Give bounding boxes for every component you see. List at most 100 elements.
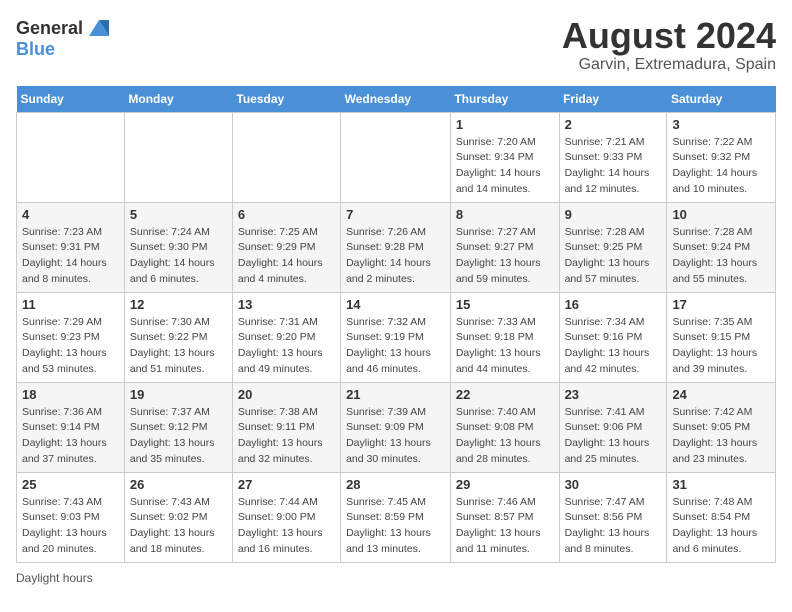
calendar-day-header: Tuesday	[232, 86, 340, 113]
calendar-day-header: Saturday	[667, 86, 776, 113]
calendar-cell	[341, 112, 451, 202]
calendar-cell: 27 Sunrise: 7:44 AMSunset: 9:00 PMDaylig…	[232, 472, 340, 562]
calendar-day-header: Friday	[559, 86, 667, 113]
day-info: Sunrise: 7:26 AMSunset: 9:28 PMDaylight:…	[346, 225, 445, 288]
day-info: Sunrise: 7:46 AMSunset: 8:57 PMDaylight:…	[456, 495, 554, 558]
day-number: 7	[346, 207, 445, 222]
day-info: Sunrise: 7:20 AMSunset: 9:34 PMDaylight:…	[456, 135, 554, 198]
day-info: Sunrise: 7:39 AMSunset: 9:09 PMDaylight:…	[346, 405, 445, 468]
day-info: Sunrise: 7:44 AMSunset: 9:00 PMDaylight:…	[238, 495, 335, 558]
day-number: 5	[130, 207, 227, 222]
day-info: Sunrise: 7:27 AMSunset: 9:27 PMDaylight:…	[456, 225, 554, 288]
calendar-cell: 2 Sunrise: 7:21 AMSunset: 9:33 PMDayligh…	[559, 112, 667, 202]
calendar-cell	[124, 112, 232, 202]
day-info: Sunrise: 7:36 AMSunset: 9:14 PMDaylight:…	[22, 405, 119, 468]
calendar-cell: 11 Sunrise: 7:29 AMSunset: 9:23 PMDaylig…	[17, 292, 125, 382]
day-number: 2	[565, 117, 662, 132]
calendar-cell: 18 Sunrise: 7:36 AMSunset: 9:14 PMDaylig…	[17, 382, 125, 472]
logo-icon	[85, 16, 109, 40]
day-number: 24	[672, 387, 770, 402]
day-number: 17	[672, 297, 770, 312]
day-number: 16	[565, 297, 662, 312]
day-number: 23	[565, 387, 662, 402]
calendar-cell: 29 Sunrise: 7:46 AMSunset: 8:57 PMDaylig…	[450, 472, 559, 562]
calendar-week-row: 1 Sunrise: 7:20 AMSunset: 9:34 PMDayligh…	[17, 112, 776, 202]
day-number: 10	[672, 207, 770, 222]
day-number: 14	[346, 297, 445, 312]
calendar-day-header: Monday	[124, 86, 232, 113]
day-info: Sunrise: 7:37 AMSunset: 9:12 PMDaylight:…	[130, 405, 227, 468]
day-info: Sunrise: 7:43 AMSunset: 9:03 PMDaylight:…	[22, 495, 119, 558]
calendar-cell: 21 Sunrise: 7:39 AMSunset: 9:09 PMDaylig…	[341, 382, 451, 472]
day-info: Sunrise: 7:34 AMSunset: 9:16 PMDaylight:…	[565, 315, 662, 378]
day-number: 30	[565, 477, 662, 492]
day-number: 31	[672, 477, 770, 492]
day-info: Sunrise: 7:25 AMSunset: 9:29 PMDaylight:…	[238, 225, 335, 288]
calendar-cell: 26 Sunrise: 7:43 AMSunset: 9:02 PMDaylig…	[124, 472, 232, 562]
calendar-cell	[17, 112, 125, 202]
calendar-cell: 19 Sunrise: 7:37 AMSunset: 9:12 PMDaylig…	[124, 382, 232, 472]
calendar-cell: 4 Sunrise: 7:23 AMSunset: 9:31 PMDayligh…	[17, 202, 125, 292]
day-number: 19	[130, 387, 227, 402]
day-number: 13	[238, 297, 335, 312]
day-number: 4	[22, 207, 119, 222]
title-section: August 2024 Garvin, Extremadura, Spain	[562, 16, 776, 74]
day-info: Sunrise: 7:24 AMSunset: 9:30 PMDaylight:…	[130, 225, 227, 288]
day-number: 3	[672, 117, 770, 132]
calendar-week-row: 25 Sunrise: 7:43 AMSunset: 9:03 PMDaylig…	[17, 472, 776, 562]
day-info: Sunrise: 7:31 AMSunset: 9:20 PMDaylight:…	[238, 315, 335, 378]
calendar-cell: 7 Sunrise: 7:26 AMSunset: 9:28 PMDayligh…	[341, 202, 451, 292]
day-info: Sunrise: 7:22 AMSunset: 9:32 PMDaylight:…	[672, 135, 770, 198]
calendar-cell: 12 Sunrise: 7:30 AMSunset: 9:22 PMDaylig…	[124, 292, 232, 382]
day-number: 9	[565, 207, 662, 222]
day-info: Sunrise: 7:35 AMSunset: 9:15 PMDaylight:…	[672, 315, 770, 378]
day-number: 22	[456, 387, 554, 402]
calendar-cell: 25 Sunrise: 7:43 AMSunset: 9:03 PMDaylig…	[17, 472, 125, 562]
day-info: Sunrise: 7:47 AMSunset: 8:56 PMDaylight:…	[565, 495, 662, 558]
calendar-table: SundayMondayTuesdayWednesdayThursdayFrid…	[16, 86, 776, 563]
calendar-cell: 1 Sunrise: 7:20 AMSunset: 9:34 PMDayligh…	[450, 112, 559, 202]
logo-general: General	[16, 19, 83, 37]
day-info: Sunrise: 7:45 AMSunset: 8:59 PMDaylight:…	[346, 495, 445, 558]
calendar-cell: 5 Sunrise: 7:24 AMSunset: 9:30 PMDayligh…	[124, 202, 232, 292]
day-info: Sunrise: 7:38 AMSunset: 9:11 PMDaylight:…	[238, 405, 335, 468]
day-number: 29	[456, 477, 554, 492]
calendar-cell: 14 Sunrise: 7:32 AMSunset: 9:19 PMDaylig…	[341, 292, 451, 382]
day-info: Sunrise: 7:23 AMSunset: 9:31 PMDaylight:…	[22, 225, 119, 288]
page-header: General Blue August 2024 Garvin, Extrema…	[16, 16, 776, 74]
day-info: Sunrise: 7:32 AMSunset: 9:19 PMDaylight:…	[346, 315, 445, 378]
day-number: 25	[22, 477, 119, 492]
calendar-day-header: Wednesday	[341, 86, 451, 113]
day-info: Sunrise: 7:43 AMSunset: 9:02 PMDaylight:…	[130, 495, 227, 558]
calendar-cell: 24 Sunrise: 7:42 AMSunset: 9:05 PMDaylig…	[667, 382, 776, 472]
calendar-cell: 17 Sunrise: 7:35 AMSunset: 9:15 PMDaylig…	[667, 292, 776, 382]
calendar-header-row: SundayMondayTuesdayWednesdayThursdayFrid…	[17, 86, 776, 113]
logo: General Blue	[16, 16, 109, 58]
day-info: Sunrise: 7:28 AMSunset: 9:24 PMDaylight:…	[672, 225, 770, 288]
calendar-cell: 22 Sunrise: 7:40 AMSunset: 9:08 PMDaylig…	[450, 382, 559, 472]
day-number: 26	[130, 477, 227, 492]
calendar-day-header: Thursday	[450, 86, 559, 113]
calendar-cell: 3 Sunrise: 7:22 AMSunset: 9:32 PMDayligh…	[667, 112, 776, 202]
calendar-week-row: 18 Sunrise: 7:36 AMSunset: 9:14 PMDaylig…	[17, 382, 776, 472]
day-number: 21	[346, 387, 445, 402]
month-title: August 2024	[562, 16, 776, 56]
day-number: 18	[22, 387, 119, 402]
day-info: Sunrise: 7:29 AMSunset: 9:23 PMDaylight:…	[22, 315, 119, 378]
calendar-cell: 15 Sunrise: 7:33 AMSunset: 9:18 PMDaylig…	[450, 292, 559, 382]
calendar-week-row: 11 Sunrise: 7:29 AMSunset: 9:23 PMDaylig…	[17, 292, 776, 382]
calendar-cell: 30 Sunrise: 7:47 AMSunset: 8:56 PMDaylig…	[559, 472, 667, 562]
calendar-cell: 6 Sunrise: 7:25 AMSunset: 9:29 PMDayligh…	[232, 202, 340, 292]
day-number: 20	[238, 387, 335, 402]
calendar-week-row: 4 Sunrise: 7:23 AMSunset: 9:31 PMDayligh…	[17, 202, 776, 292]
calendar-cell: 23 Sunrise: 7:41 AMSunset: 9:06 PMDaylig…	[559, 382, 667, 472]
location: Garvin, Extremadura, Spain	[562, 56, 776, 74]
day-number: 12	[130, 297, 227, 312]
day-info: Sunrise: 7:21 AMSunset: 9:33 PMDaylight:…	[565, 135, 662, 198]
day-info: Sunrise: 7:48 AMSunset: 8:54 PMDaylight:…	[672, 495, 770, 558]
day-number: 28	[346, 477, 445, 492]
calendar-cell: 28 Sunrise: 7:45 AMSunset: 8:59 PMDaylig…	[341, 472, 451, 562]
footer-note: Daylight hours	[16, 571, 776, 585]
day-number: 8	[456, 207, 554, 222]
day-number: 27	[238, 477, 335, 492]
